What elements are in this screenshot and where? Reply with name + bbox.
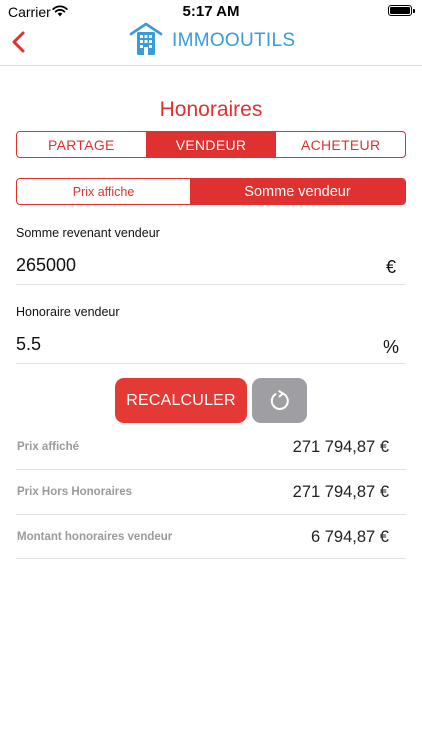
mode-segmented-control: Prix affiche Somme vendeur: [16, 178, 406, 205]
result-value-prix-hors-honoraires: 271 794,87 €: [292, 483, 389, 501]
recalculer-button[interactable]: RECALCULER: [115, 378, 247, 423]
result-divider: [16, 469, 406, 470]
app-brand: IMMOOUTILS: [172, 30, 296, 51]
reset-button[interactable]: [252, 378, 307, 423]
status-bar: Carrier 5:17 AM: [0, 0, 422, 22]
segment-vendeur[interactable]: VENDEUR: [145, 132, 276, 157]
party-segmented-control: PARTAGE VENDEUR ACHETEUR: [16, 131, 406, 158]
segment-acheteur[interactable]: ACHETEUR: [275, 132, 405, 157]
field-divider: [16, 363, 406, 364]
battery-icon: [388, 5, 415, 16]
euro-unit: €: [386, 257, 397, 277]
somme-vendeur-input[interactable]: 265000: [16, 255, 76, 276]
percent-unit: %: [383, 337, 400, 357]
result-label-montant-honoraires: Montant honoraires vendeur: [17, 531, 173, 543]
result-label-prix-affiche: Prix affiché: [17, 441, 79, 453]
page-title: Honoraires: [159, 98, 263, 121]
segment-partage[interactable]: PARTAGE: [17, 132, 146, 157]
result-label-prix-hors-honoraires: Prix Hors Honoraires: [17, 486, 133, 498]
segment-prix-affiche[interactable]: Prix affiche: [17, 179, 190, 204]
nav-divider: [0, 65, 422, 66]
building-logo-icon: [129, 22, 163, 55]
refresh-icon: [270, 389, 289, 410]
honoraire-vendeur-input[interactable]: 5.5: [16, 334, 41, 355]
segment-somme-vendeur[interactable]: Somme vendeur: [190, 179, 405, 204]
clock: 5:17 AM: [182, 3, 240, 20]
result-divider: [16, 514, 406, 515]
somme-vendeur-label: Somme revenant vendeur: [16, 226, 160, 240]
result-divider: [16, 558, 406, 559]
result-value-prix-affiche: 271 794,87 €: [292, 438, 389, 456]
field-divider: [16, 284, 406, 285]
honoraire-vendeur-label: Honoraire vendeur: [16, 305, 120, 319]
result-value-montant-honoraires: 6 794,87 €: [311, 528, 389, 546]
chevron-left-icon[interactable]: [8, 28, 32, 56]
